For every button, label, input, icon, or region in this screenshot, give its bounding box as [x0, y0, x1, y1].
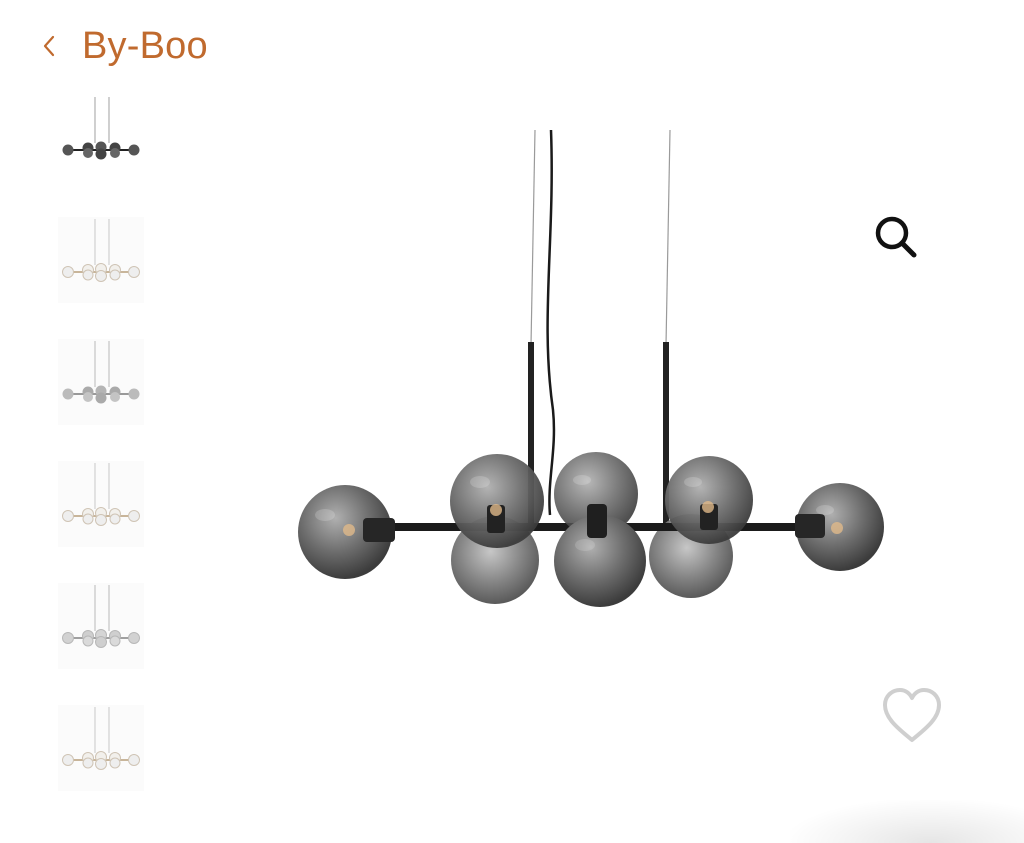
chandelier-thumbnail	[62, 585, 140, 648]
chandelier-thumbnail	[62, 707, 140, 770]
thumbnail-6[interactable]	[58, 705, 144, 791]
chandelier-illustration	[298, 129, 884, 607]
brand-title[interactable]: By-Boo	[82, 27, 208, 65]
bottom-shadow	[790, 800, 1024, 843]
thumbnail-5[interactable]	[58, 583, 144, 669]
magnifier-icon	[875, 216, 917, 258]
chandelier-thumbnail	[62, 463, 140, 526]
favorite-button[interactable]	[878, 682, 946, 750]
chandelier-thumbnail	[62, 219, 140, 282]
thumbnail-2[interactable]	[58, 217, 144, 303]
thumbnail-4[interactable]	[58, 461, 144, 547]
thumbnail-1[interactable]	[58, 95, 144, 181]
chandelier-thumbnail	[62, 97, 140, 160]
chevron-left-icon	[43, 35, 55, 57]
heart-icon	[883, 688, 941, 742]
thumbnail-3[interactable]	[58, 339, 144, 425]
zoom-button[interactable]	[866, 208, 922, 264]
chandelier-thumbnail	[62, 341, 140, 404]
header: By-Boo	[40, 20, 208, 72]
back-button[interactable]	[40, 26, 68, 66]
product-image[interactable]	[285, 120, 895, 620]
